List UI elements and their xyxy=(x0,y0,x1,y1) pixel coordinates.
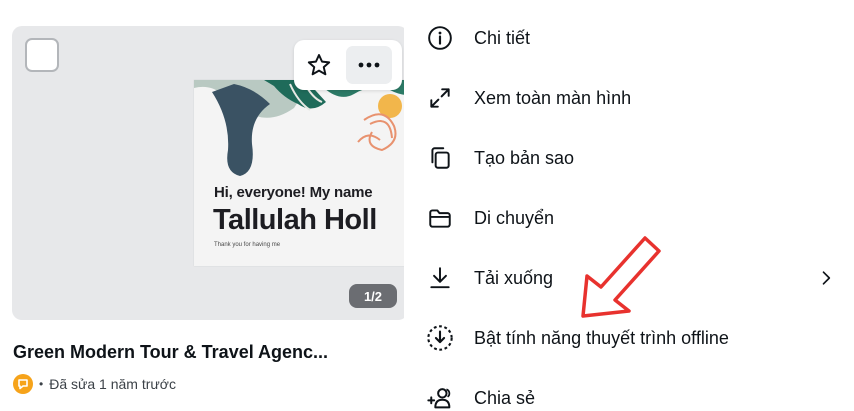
context-menu: Chi tiết Xem toàn màn hình Tạo bản sao D… xyxy=(404,0,854,411)
star-icon xyxy=(307,54,331,76)
page-indicator-badge: 1/2 xyxy=(349,284,397,308)
menu-item-offline-presentation[interactable]: Bật tính năng thuyết trình offline xyxy=(404,316,854,360)
star-button[interactable] xyxy=(300,46,338,84)
menu-item-label: Chi tiết xyxy=(474,28,531,48)
menu-item-label: Chia sẻ xyxy=(474,388,536,408)
copy-icon xyxy=(426,144,454,172)
last-edited-text: Đã sửa 1 năm trước xyxy=(49,376,176,392)
menu-item-share[interactable]: Chia sẻ xyxy=(404,376,854,411)
folder-icon xyxy=(426,204,454,232)
design-thumbnail[interactable]: Hi, everyone! My name Tallulah Holl Than… xyxy=(12,26,408,320)
design-title[interactable]: Green Modern Tour & Travel Agenc... xyxy=(13,342,405,363)
team-logo-icon xyxy=(18,379,28,390)
menu-item-label: Tải xuống xyxy=(474,268,554,288)
owner-avatar xyxy=(13,374,33,394)
slide-preview: Hi, everyone! My name Tallulah Holl Than… xyxy=(194,80,408,266)
annotation-arrow xyxy=(581,236,661,318)
chevron-right-icon xyxy=(812,264,840,292)
menu-item-label: Tạo bản sao xyxy=(474,148,575,168)
slide-decoration xyxy=(194,80,408,176)
select-checkbox[interactable] xyxy=(25,38,59,72)
menu-item-label: Di chuyển xyxy=(474,208,555,228)
menu-item-label: Xem toàn màn hình xyxy=(474,88,632,108)
meta-separator: • xyxy=(39,377,44,391)
thumbnail-actions xyxy=(294,40,402,90)
menu-item-duplicate[interactable]: Tạo bản sao xyxy=(404,136,854,180)
slide-greeting-text: Hi, everyone! My name xyxy=(214,184,373,201)
slide-thanks-text: Thank you for having me xyxy=(214,242,281,248)
download-icon xyxy=(426,264,454,292)
share-people-icon xyxy=(426,384,454,411)
expand-icon xyxy=(426,84,454,112)
menu-item-fullscreen[interactable]: Xem toàn màn hình xyxy=(404,76,854,120)
menu-item-label: Bật tính năng thuyết trình offline xyxy=(474,328,729,348)
more-options-button[interactable] xyxy=(346,46,392,84)
design-meta: • Đã sửa 1 năm trước xyxy=(13,374,176,394)
more-horizontal-icon xyxy=(358,62,380,68)
offline-download-icon xyxy=(426,324,454,352)
slide-name-text: Tallulah Holl xyxy=(213,204,377,236)
info-icon xyxy=(426,24,454,52)
menu-item-details[interactable]: Chi tiết xyxy=(404,16,854,60)
